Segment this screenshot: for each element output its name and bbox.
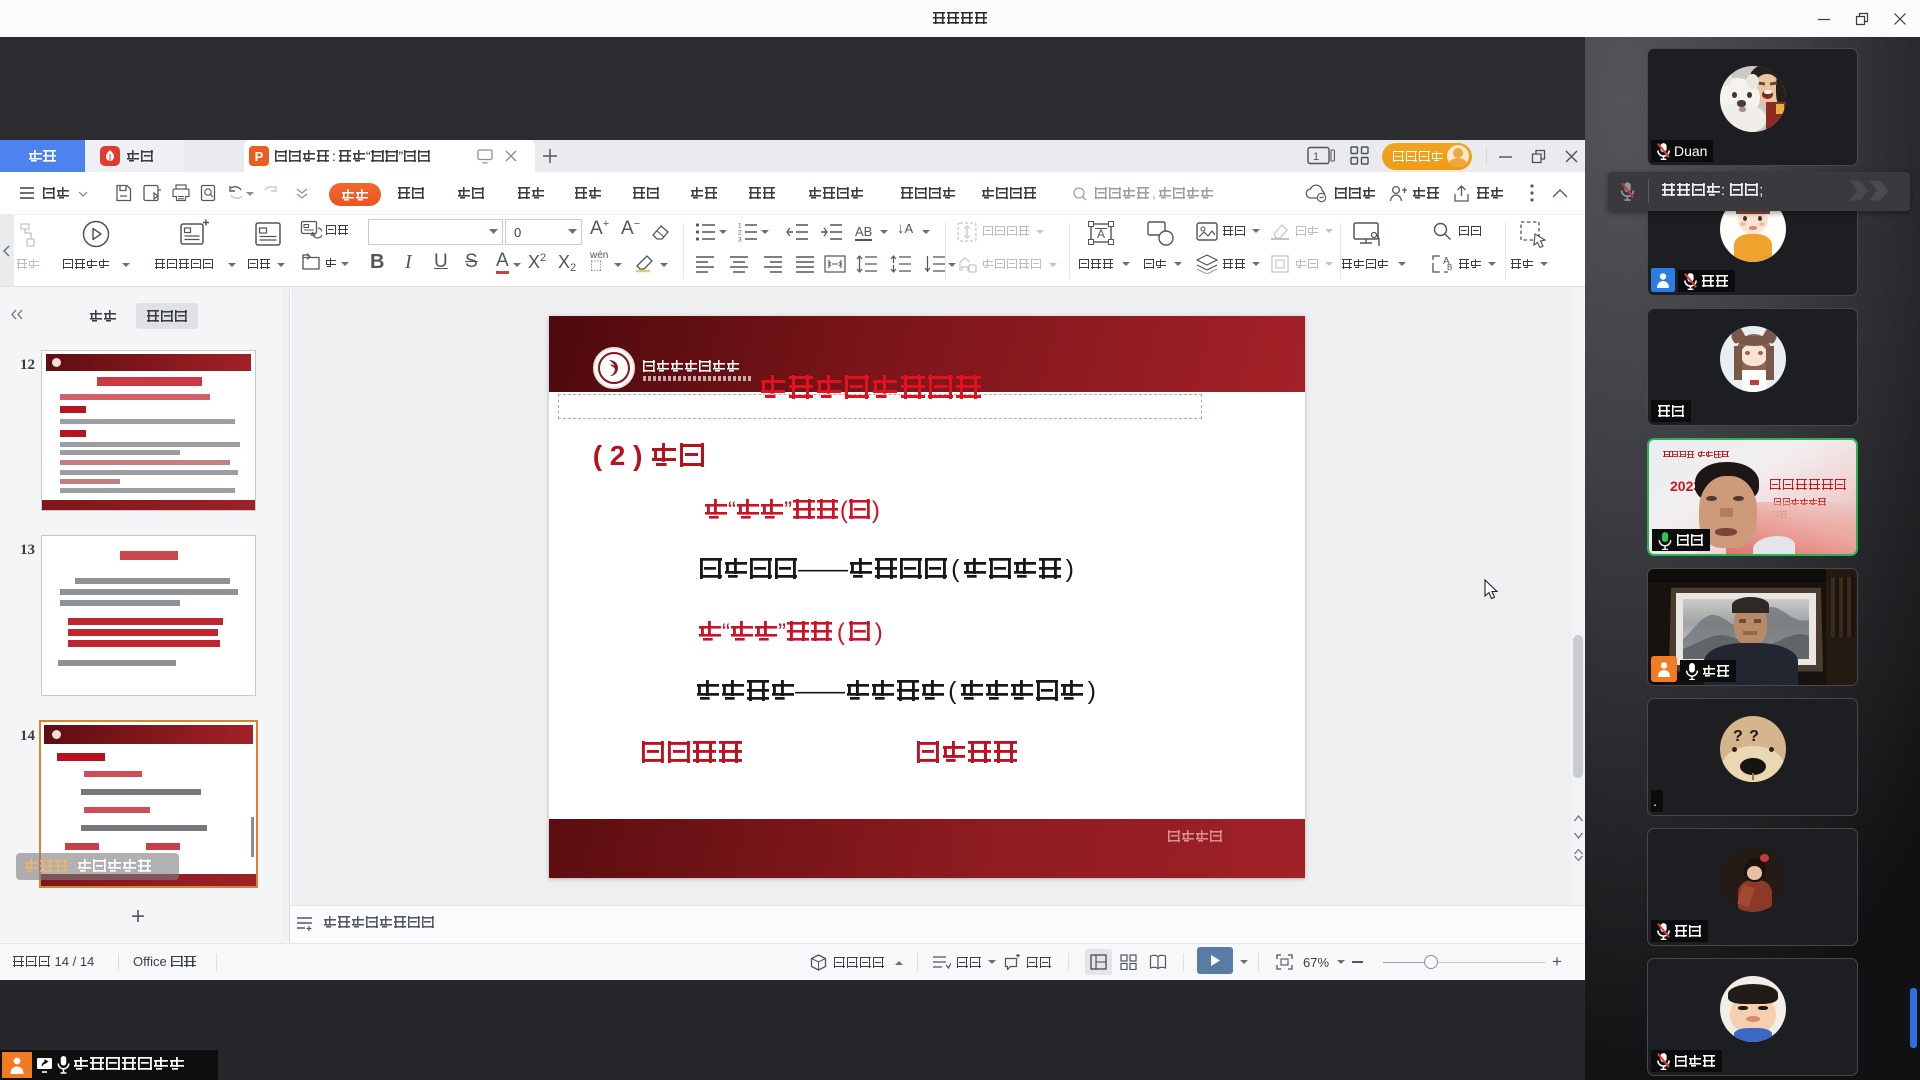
svg-text:1: 1	[1313, 151, 1319, 163]
svg-text:2: 2	[738, 230, 742, 237]
svg-text:B: B	[1447, 263, 1452, 272]
svg-text:1: 1	[738, 223, 742, 230]
svg-text:3: 3	[738, 237, 742, 243]
svg-text:A: A	[1097, 227, 1105, 241]
svg-text:P: P	[255, 149, 264, 164]
